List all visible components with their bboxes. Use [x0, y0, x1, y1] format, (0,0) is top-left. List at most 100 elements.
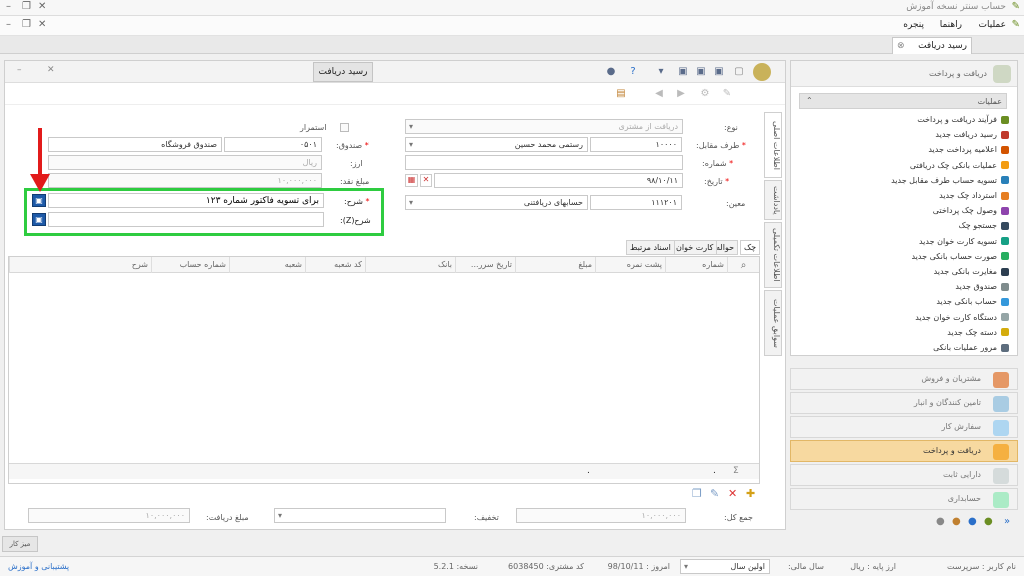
module-button[interactable]: حسابداری [790, 488, 1018, 510]
nav-icon-4[interactable]: ● [936, 516, 945, 527]
panel-section-operations[interactable]: عملیات ⌃ [799, 93, 1007, 109]
discount-label: تخفیف: [474, 513, 499, 522]
panel-item[interactable]: تسویه حساب طرف مقابل جدید [891, 176, 1009, 185]
mdi-close-icon[interactable]: ✕ [38, 19, 46, 30]
print-icon[interactable]: ▤ [615, 88, 627, 100]
calendar-icon[interactable]: ▦ [405, 174, 418, 187]
panel-item[interactable]: عملیات بانکی چک دریافتی [910, 161, 1009, 170]
nav-icon-2[interactable]: ● [968, 516, 977, 527]
description2-save-icon[interactable]: ▣ [32, 213, 46, 226]
discount-input[interactable] [274, 508, 446, 523]
settings-icon[interactable]: ⚙ [699, 88, 711, 100]
istemrar-checkbox[interactable] [340, 123, 349, 132]
panel-item[interactable]: رسید دریافت جدید [935, 130, 1009, 139]
nav-icon-3[interactable]: ● [952, 516, 961, 527]
collapse-icon[interactable]: ⌃ [806, 96, 813, 105]
next-icon[interactable]: ▶ [675, 88, 687, 100]
save-as-icon[interactable]: ▣ [677, 66, 689, 78]
type-select[interactable]: دریافت از مشتری [405, 119, 683, 134]
moein-code-input[interactable]: ۱۱۱۲۰۱ [590, 195, 682, 210]
grid-col-due-date[interactable]: تاریخ سرر... [455, 257, 515, 273]
panel-item[interactable]: تسویه کارت خوان جدید [919, 237, 1009, 246]
nav-icon-1[interactable]: ● [984, 516, 993, 527]
module-label: دریافت و پرداخت [923, 446, 981, 455]
grid-col-number[interactable]: شماره [665, 257, 727, 273]
cashbox-name-input[interactable]: صندوق فروشگاه [48, 137, 222, 152]
module-button[interactable]: مشتریان و فروش [790, 368, 1018, 390]
grid-col-account-number[interactable]: شماره حساب [151, 257, 229, 273]
description2-input[interactable] [48, 212, 324, 227]
desk-button[interactable]: میز کار [2, 536, 38, 552]
mdi-minimize-icon[interactable]: – [6, 19, 11, 30]
panel-item[interactable]: اعلامیه پرداخت جدید [928, 145, 1009, 154]
panel-item[interactable]: مغایرت بانکی جدید [934, 267, 1009, 276]
grid-col-description[interactable]: شرح [9, 257, 151, 273]
doc-tab-close-icon[interactable]: ⊗ [897, 41, 905, 51]
date-clear-icon[interactable]: ✕ [420, 174, 432, 187]
save-icon[interactable]: ▣ [695, 66, 707, 78]
description-save-icon[interactable]: ▣ [32, 194, 46, 207]
minimize-icon[interactable]: – [6, 1, 11, 12]
cash-amount-input[interactable]: ۱۰,۰۰۰,۰۰۰ [48, 173, 322, 188]
counterparty-name-select[interactable]: رستمی محمد حسین [405, 137, 588, 152]
module-button[interactable]: دارایی ثابت [790, 464, 1018, 486]
cashbox-code-input[interactable]: ۰۵۰۱ [224, 137, 322, 152]
grid-search-icon[interactable]: ⌕ [727, 257, 759, 273]
grid-col-branch[interactable]: شعبه [229, 257, 305, 273]
module-button[interactable]: سفارش کار [790, 416, 1018, 438]
support-link[interactable]: پشتیبانی و آموزش [8, 562, 69, 571]
doc-tab-receipt[interactable]: رسید دریافت ⊗ [892, 37, 972, 54]
edit-icon[interactable]: ✎ [721, 88, 733, 100]
dropdown-arrow-icon[interactable]: ▾ [655, 66, 667, 78]
vtab-notes[interactable]: یادداشت [764, 180, 782, 220]
delete-row-icon[interactable]: ✕ [728, 487, 737, 500]
panel-item[interactable]: دستگاه کارت خوان جدید [915, 313, 1009, 322]
currency-input[interactable]: ریال [48, 155, 322, 170]
grid-col-back-number[interactable]: پشت نمره [595, 257, 665, 273]
add-row-icon[interactable]: ✚ [746, 487, 755, 500]
help-circle-icon[interactable]: ● [605, 66, 617, 78]
subtab-related-docs[interactable]: اسناد مرتبط [626, 240, 675, 255]
grid-col-branch-code[interactable]: کد شعبه [305, 257, 365, 273]
moein-name-select[interactable]: حسابهای دریافتنی [405, 195, 588, 210]
form-minimize-icon[interactable]: – [17, 65, 22, 75]
panel-item[interactable]: حساب بانکی جدید [936, 297, 1009, 306]
module-button[interactable]: دریافت و پرداخت [790, 440, 1018, 462]
number-input[interactable] [405, 155, 683, 170]
description-input[interactable]: برای تسویه فاکتور شماره ۱۲۳ [48, 193, 324, 208]
vtab-history[interactable]: سوابق عملیات [764, 290, 782, 356]
panel-item[interactable]: صورت حساب بانکی جدید [911, 252, 1009, 261]
menu-window[interactable]: پنجره [903, 20, 924, 30]
fiscal-year-select[interactable]: اولین سال [680, 559, 770, 574]
counterparty-code-input[interactable]: ۱۰۰۰۰ [590, 137, 682, 152]
vtab-extra-info[interactable]: اطلاعات تکمیلی [764, 222, 782, 288]
date-label: * تاریخ: [704, 177, 730, 186]
panel-item[interactable]: دسته چک جدید [947, 328, 1009, 337]
save-close-icon[interactable]: ▣ [713, 66, 725, 78]
mdi-restore-icon[interactable]: ❐ [22, 19, 31, 30]
module-button[interactable]: تامین کنندگان و انبار [790, 392, 1018, 414]
copy-row-icon[interactable]: ❐ [692, 487, 702, 500]
subtab-cheque[interactable]: چک [740, 240, 761, 255]
grid-col-amount[interactable]: مبلغ [515, 257, 595, 273]
panel-item[interactable]: مرور عملیات بانکی [933, 343, 1009, 352]
new-document-icon[interactable]: ▢ [733, 66, 745, 78]
panel-item[interactable]: صندوق جدید [955, 282, 1009, 291]
nav-more-icon[interactable]: » [1004, 516, 1010, 527]
prev-icon[interactable]: ◀ [653, 88, 665, 100]
panel-item[interactable]: جستجو چک [959, 221, 1009, 230]
grid-col-bank[interactable]: بانک [365, 257, 455, 273]
menu-help[interactable]: راهنما [940, 20, 962, 30]
restore-icon[interactable]: ❐ [22, 1, 31, 12]
subtab-card-reader[interactable]: کارت خوان [672, 240, 718, 255]
vtab-main-info[interactable]: اطلاعات اصلی [764, 112, 782, 178]
panel-item[interactable]: وصول چک پرداختی [933, 206, 1009, 215]
question-icon[interactable]: ? [627, 66, 639, 78]
date-input[interactable]: ۹۸/۱۰/۱۱ [434, 173, 683, 188]
form-close-icon[interactable]: ✕ [47, 65, 55, 75]
panel-item[interactable]: استرداد چک جدید [939, 191, 1009, 200]
menu-operations[interactable]: عملیات [979, 20, 1006, 30]
close-icon[interactable]: ✕ [38, 1, 46, 12]
edit-row-icon[interactable]: ✎ [710, 487, 719, 500]
panel-item[interactable]: فرآیند دریافت و پرداخت [917, 115, 1009, 124]
